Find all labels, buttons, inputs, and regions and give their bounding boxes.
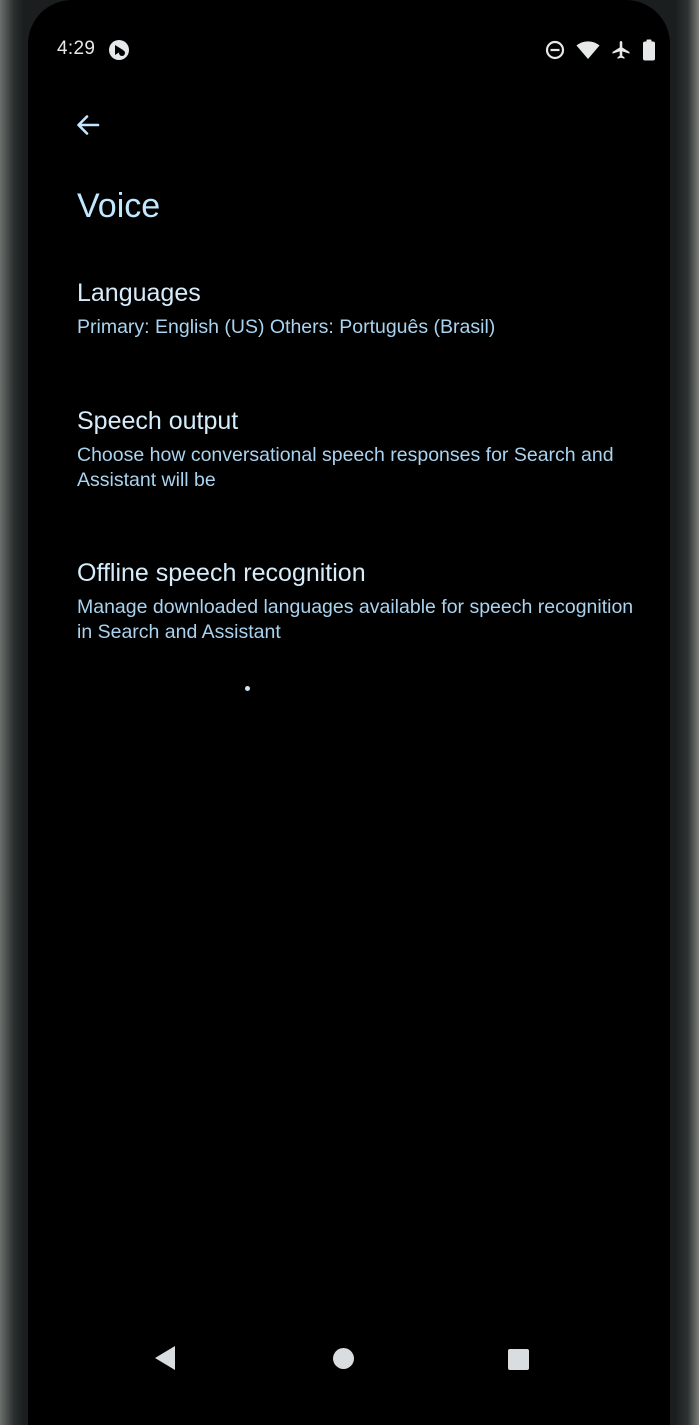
offline-speech-recognition-setting-item[interactable]: Offline speech recognition Manage downlo… — [77, 558, 647, 645]
languages-item-title: Languages — [77, 279, 201, 307]
status-time: 4:29 — [57, 38, 96, 59]
stray-dot — [245, 686, 250, 691]
speech-output-item-title: Speech output — [77, 407, 239, 435]
airplane-mode-icon — [611, 40, 631, 60]
nav-home-icon[interactable] — [333, 1348, 354, 1369]
offline-speech-recognition-item-summary: Manage downloaded languages available fo… — [77, 596, 634, 643]
device-frame: 4:29 Voice Languages Primary: English (U… — [0, 0, 699, 1425]
nav-recents-icon[interactable] — [508, 1349, 529, 1370]
battery-icon — [642, 39, 656, 61]
speech-output-setting-item[interactable]: Speech output Choose how conversational … — [77, 406, 647, 493]
do-not-disturb-icon — [545, 40, 565, 60]
languages-item-summary: Primary: English (US) Others: Português … — [77, 316, 496, 338]
languages-setting-item[interactable]: Languages Primary: English (US) Others: … — [77, 278, 647, 340]
offline-speech-recognition-item-title: Offline speech recognition — [77, 559, 366, 587]
wifi-icon — [576, 40, 600, 60]
speech-output-item-summary: Choose how conversational speech respons… — [77, 444, 614, 491]
arrow-left-icon — [77, 115, 100, 135]
phone-screen: 4:29 Voice Languages Primary: English (U… — [28, 0, 670, 1425]
assistant-app-icon — [109, 40, 129, 60]
status-bar: 4:29 — [28, 30, 670, 70]
page-title: Voice — [77, 187, 161, 225]
back-button[interactable] — [68, 105, 108, 145]
navigation-bar — [28, 1335, 670, 1385]
nav-back-icon[interactable] — [153, 1343, 177, 1373]
status-icons — [545, 39, 656, 61]
